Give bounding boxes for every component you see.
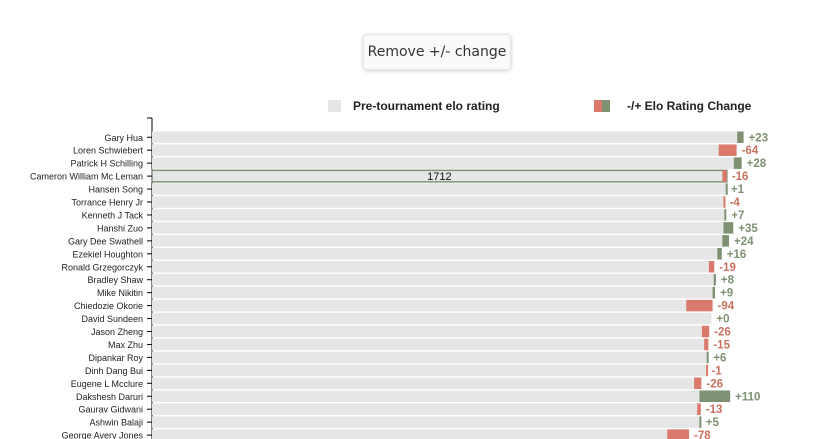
change-bar-8 bbox=[722, 235, 730, 247]
change-label-2: +28 bbox=[747, 158, 767, 170]
change-label-11: +8 bbox=[721, 275, 735, 287]
change-label-19: -26 bbox=[706, 378, 723, 390]
change-label-17: +6 bbox=[713, 352, 726, 364]
change-bar-11 bbox=[713, 273, 716, 286]
change-label-18: -1 bbox=[711, 365, 722, 377]
base-bar-23 bbox=[152, 429, 690, 439]
base-bar-22 bbox=[152, 416, 700, 428]
base-bar-9 bbox=[152, 248, 718, 260]
y-tick-label-4: Hansen Song bbox=[88, 185, 143, 195]
y-tick-label-1: Loren Schwiebert bbox=[73, 146, 144, 156]
base-bar-7 bbox=[152, 222, 724, 234]
base-bar-18 bbox=[152, 364, 707, 377]
y-tick-label-7: Hanshi Zuo bbox=[97, 223, 143, 233]
base-bar-20 bbox=[152, 390, 700, 402]
change-label-23: -78 bbox=[694, 430, 711, 439]
base-bar-8 bbox=[152, 235, 723, 247]
base-bar-12 bbox=[152, 286, 713, 299]
change-bar-10 bbox=[708, 261, 715, 273]
y-tick-label-2: Patrick H Schilling bbox=[70, 159, 143, 169]
y-tick-label-23: George Avery Jones bbox=[62, 431, 144, 439]
change-label-20: +110 bbox=[735, 391, 760, 403]
base-bar-4 bbox=[152, 183, 726, 195]
change-bar-21 bbox=[697, 403, 701, 415]
change-label-15: -26 bbox=[714, 327, 731, 339]
change-label-16: -15 bbox=[713, 339, 730, 351]
base-bar-6 bbox=[152, 209, 725, 221]
y-tick-label-9: Ezekiel Houghton bbox=[72, 249, 143, 259]
change-bar-2 bbox=[733, 157, 742, 169]
base-bar-13 bbox=[152, 299, 713, 312]
y-tick-label-13: Chiedozie Okorie bbox=[74, 301, 143, 311]
change-bar-5 bbox=[723, 196, 726, 208]
change-label-0: +23 bbox=[749, 132, 769, 144]
change-label-21: -13 bbox=[706, 404, 723, 416]
y-tick-label-8: Gary Dee Swathell bbox=[68, 236, 143, 246]
y-tick-label-17: Dipankar Roy bbox=[88, 353, 143, 363]
change-bar-3 bbox=[722, 170, 727, 182]
change-bar-23 bbox=[667, 429, 690, 439]
y-tick-label-15: Jason Zheng bbox=[91, 327, 143, 337]
y-tick-label-16: Max Zhu bbox=[108, 340, 143, 350]
change-bar-1 bbox=[718, 144, 737, 156]
change-label-12: +9 bbox=[720, 288, 733, 300]
change-bar-4 bbox=[725, 183, 728, 195]
change-label-10: -19 bbox=[719, 262, 736, 274]
change-bar-19 bbox=[694, 377, 702, 390]
base-bar-21 bbox=[152, 403, 701, 415]
base-bar-2 bbox=[152, 157, 734, 169]
change-label-22: +5 bbox=[706, 417, 720, 429]
base-bar-5 bbox=[152, 196, 725, 208]
base-bar-16 bbox=[152, 338, 709, 351]
y-tick-label-5: Torrance Henry Jr bbox=[71, 198, 143, 208]
y-tick-label-22: Ashwin Balaji bbox=[89, 418, 143, 428]
change-bar-15 bbox=[701, 325, 710, 338]
y-tick-label-10: Ronald Grzegorczyk bbox=[61, 262, 143, 272]
y-tick-label-6: Kenneth J Tack bbox=[82, 210, 144, 220]
y-tick-label-19: Eugene L Mcclure bbox=[71, 379, 143, 389]
elo-bar-chart: +23 Gary Hua -64 Loren Schwiebert +28 Patrick… bbox=[30, 117, 769, 439]
change-label-3: -16 bbox=[732, 171, 749, 183]
base-bar-19 bbox=[152, 377, 702, 390]
y-tick-label-20: Dakshesh Daruri bbox=[76, 392, 143, 402]
change-label-6: +7 bbox=[731, 210, 744, 222]
y-tick-label-0: Gary Hua bbox=[104, 133, 143, 143]
highlight-value-label: 1712 bbox=[427, 171, 451, 183]
change-bar-18 bbox=[706, 364, 709, 377]
y-tick-label-12: Mike Nikitin bbox=[97, 288, 143, 298]
change-label-5: -4 bbox=[730, 197, 741, 209]
y-tick-label-3: Cameron William Mc Leman bbox=[30, 172, 143, 182]
base-bar-1 bbox=[152, 144, 737, 156]
change-label-7: +35 bbox=[738, 223, 758, 235]
y-tick-label-18: Dinh Dang Bui bbox=[85, 366, 143, 376]
base-bar-11 bbox=[152, 273, 714, 286]
change-label-1: -64 bbox=[742, 145, 759, 157]
change-label-13: -94 bbox=[718, 301, 735, 313]
change-bar-17 bbox=[706, 351, 709, 364]
change-label-4: +1 bbox=[731, 184, 745, 196]
change-bar-7 bbox=[723, 222, 734, 234]
base-bar-15 bbox=[152, 325, 710, 338]
change-label-14: +0 bbox=[716, 314, 729, 326]
change-label-8: +24 bbox=[734, 236, 754, 248]
change-bar-20 bbox=[699, 390, 731, 402]
change-label-9: +16 bbox=[727, 249, 747, 261]
change-bar-22 bbox=[699, 416, 702, 428]
base-bar-10 bbox=[152, 261, 715, 273]
base-bar-17 bbox=[152, 351, 707, 364]
change-bar-12 bbox=[712, 286, 716, 299]
base-bar-0 bbox=[152, 131, 738, 143]
change-bar-6 bbox=[724, 209, 727, 221]
change-bar-16 bbox=[704, 338, 709, 351]
base-bar-14 bbox=[152, 312, 712, 325]
change-bar-9 bbox=[717, 248, 722, 260]
change-bar-0 bbox=[737, 131, 744, 143]
y-tick-label-21: Gaurav Gidwani bbox=[78, 405, 143, 415]
change-bar-13 bbox=[686, 299, 713, 312]
y-tick-label-11: Bradley Shaw bbox=[87, 275, 143, 285]
y-tick-label-14: David Sundeen bbox=[81, 314, 143, 324]
